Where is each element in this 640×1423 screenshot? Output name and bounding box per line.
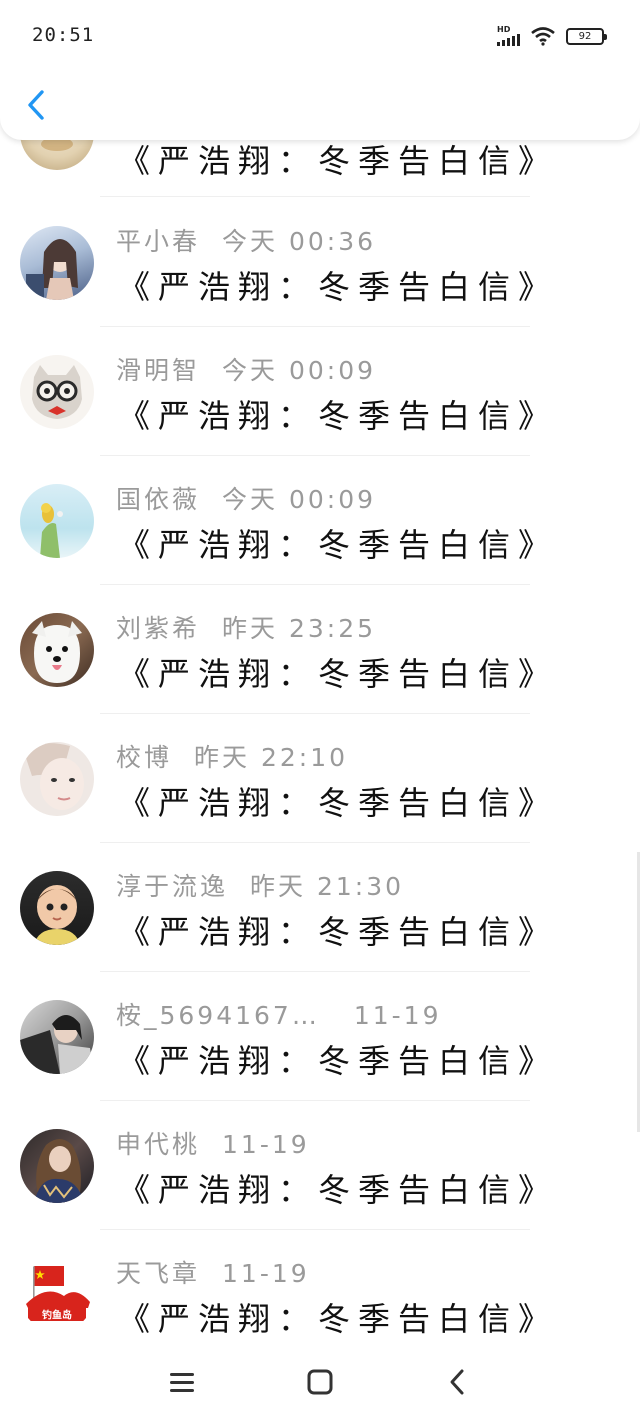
message-text: 《严浩翔：冬季告白信》 [118,268,559,306]
home-icon[interactable] [300,1366,340,1398]
meta-line: 滑明智 今天 00:09 [116,351,376,387]
message-text: 《严浩翔：冬季告白信》 [118,397,559,435]
user-name[interactable]: 滑明智 [116,356,200,385]
list-item[interactable]: 校博 昨天 22:10 《严浩翔：冬季告白信》 [0,716,640,845]
meta-line: 天飞章 11-19 [116,1254,310,1290]
status-icons: HD 92 [497,26,607,46]
battery-icon: 92 [566,27,607,45]
divider [100,584,530,585]
timestamp: 昨天 23:25 [222,614,377,643]
meta-line: 国依薇 今天 00:09 [116,480,376,516]
message-text: 《严浩翔：冬季告白信》 [118,655,559,693]
user-name[interactable]: 申代桃 [116,1130,200,1159]
list-item[interactable]: 桉_5694167… 11-19 《严浩翔：冬季告白信》 [0,974,640,1103]
meta-line: 桉_5694167… 11-19 [116,996,442,1032]
nav-back-icon[interactable] [438,1366,478,1398]
message-text: 《严浩翔：冬季告白信》 [118,1171,559,1209]
list-item[interactable]: 国依薇 今天 00:09 《严浩翔：冬季告白信》 [0,458,640,587]
message-text: 《严浩翔：冬季告白信》 [118,913,559,951]
list-item[interactable]: 滑明智 今天 00:09 《严浩翔：冬季告白信》 [0,329,640,458]
divider [100,842,530,843]
divider [100,971,530,972]
meta-line: 校博 昨天 22:10 [116,738,348,774]
divider [100,1229,530,1230]
back-button[interactable] [22,88,50,122]
list-item[interactable]: 淳于流逸 昨天 21:30 《严浩翔：冬季告白信》 [0,845,640,974]
back-icon [28,90,44,120]
meta-line: 平小春 今天 00:36 [116,222,376,258]
avatar [20,742,94,816]
user-name[interactable]: 淳于流逸 [116,872,228,901]
message-text: 《严浩翔：冬季告白信》 [118,526,559,564]
avatar: 钓鱼岛 [20,1258,94,1332]
list-item[interactable]: 申代桃 11-19 《严浩翔：冬季告白信》 [0,1103,640,1232]
avatar [20,613,94,687]
user-name[interactable]: 校博 [116,743,172,772]
message-text: 《严浩翔：冬季告白信》 [118,784,559,822]
menu-icon[interactable] [162,1366,202,1398]
user-name[interactable]: 天飞章 [116,1259,200,1288]
avatar [20,226,94,300]
status-bar: 20:51 HD 92 [0,0,640,70]
divider [100,713,530,714]
divider [100,455,530,456]
timestamp: 11-19 [353,1001,442,1030]
timestamp: 11-19 [222,1130,310,1159]
avatar [20,484,94,558]
avatar [20,871,94,945]
user-name[interactable]: 刘紫希 [116,614,200,643]
timestamp: 昨天 21:30 [250,872,405,901]
avatar [20,355,94,429]
meta-line: 刘紫希 昨天 23:25 [116,609,376,645]
user-name[interactable]: 平小春 [116,227,200,256]
list-item[interactable]: 平小春 今天 00:36 《严浩翔：冬季告白信》 [0,200,640,329]
timestamp: 昨天 22:10 [194,743,349,772]
message-text: 《严浩翔：冬季告白信》 [118,142,559,180]
timestamp: 11-19 [222,1259,310,1288]
avatar [20,1129,94,1203]
signal-icon: HD [497,26,520,46]
user-name[interactable]: 国依薇 [116,485,200,514]
logo-text: 钓鱼岛 [42,1309,72,1322]
list-item[interactable]: 刘紫希 昨天 23:25 《严浩翔：冬季告白信》 [0,587,640,716]
avatar [20,1000,94,1074]
timestamp: 今天 00:09 [222,356,377,385]
hd-label: HD [497,25,511,34]
message-text: 《严浩翔：冬季告白信》 [118,1300,559,1338]
meta-line: 淳于流逸 昨天 21:30 [116,867,404,903]
user-name[interactable]: 桉_5694167… [116,1001,320,1030]
divider [100,196,530,197]
meta-line: 申代桃 11-19 [116,1125,310,1161]
wifi-icon [531,27,555,46]
divider [100,326,530,327]
timestamp: 今天 00:09 [222,485,377,514]
message-text: 《严浩翔：冬季告白信》 [118,1042,559,1080]
list-item[interactable]: 钓鱼岛 天飞章 11-19 《严浩翔：冬季告白信》 [0,1232,640,1361]
status-time: 20:51 [32,24,95,46]
timestamp: 今天 00:36 [222,227,377,256]
flag-logo: 钓鱼岛 [26,1266,90,1322]
divider [100,1100,530,1101]
